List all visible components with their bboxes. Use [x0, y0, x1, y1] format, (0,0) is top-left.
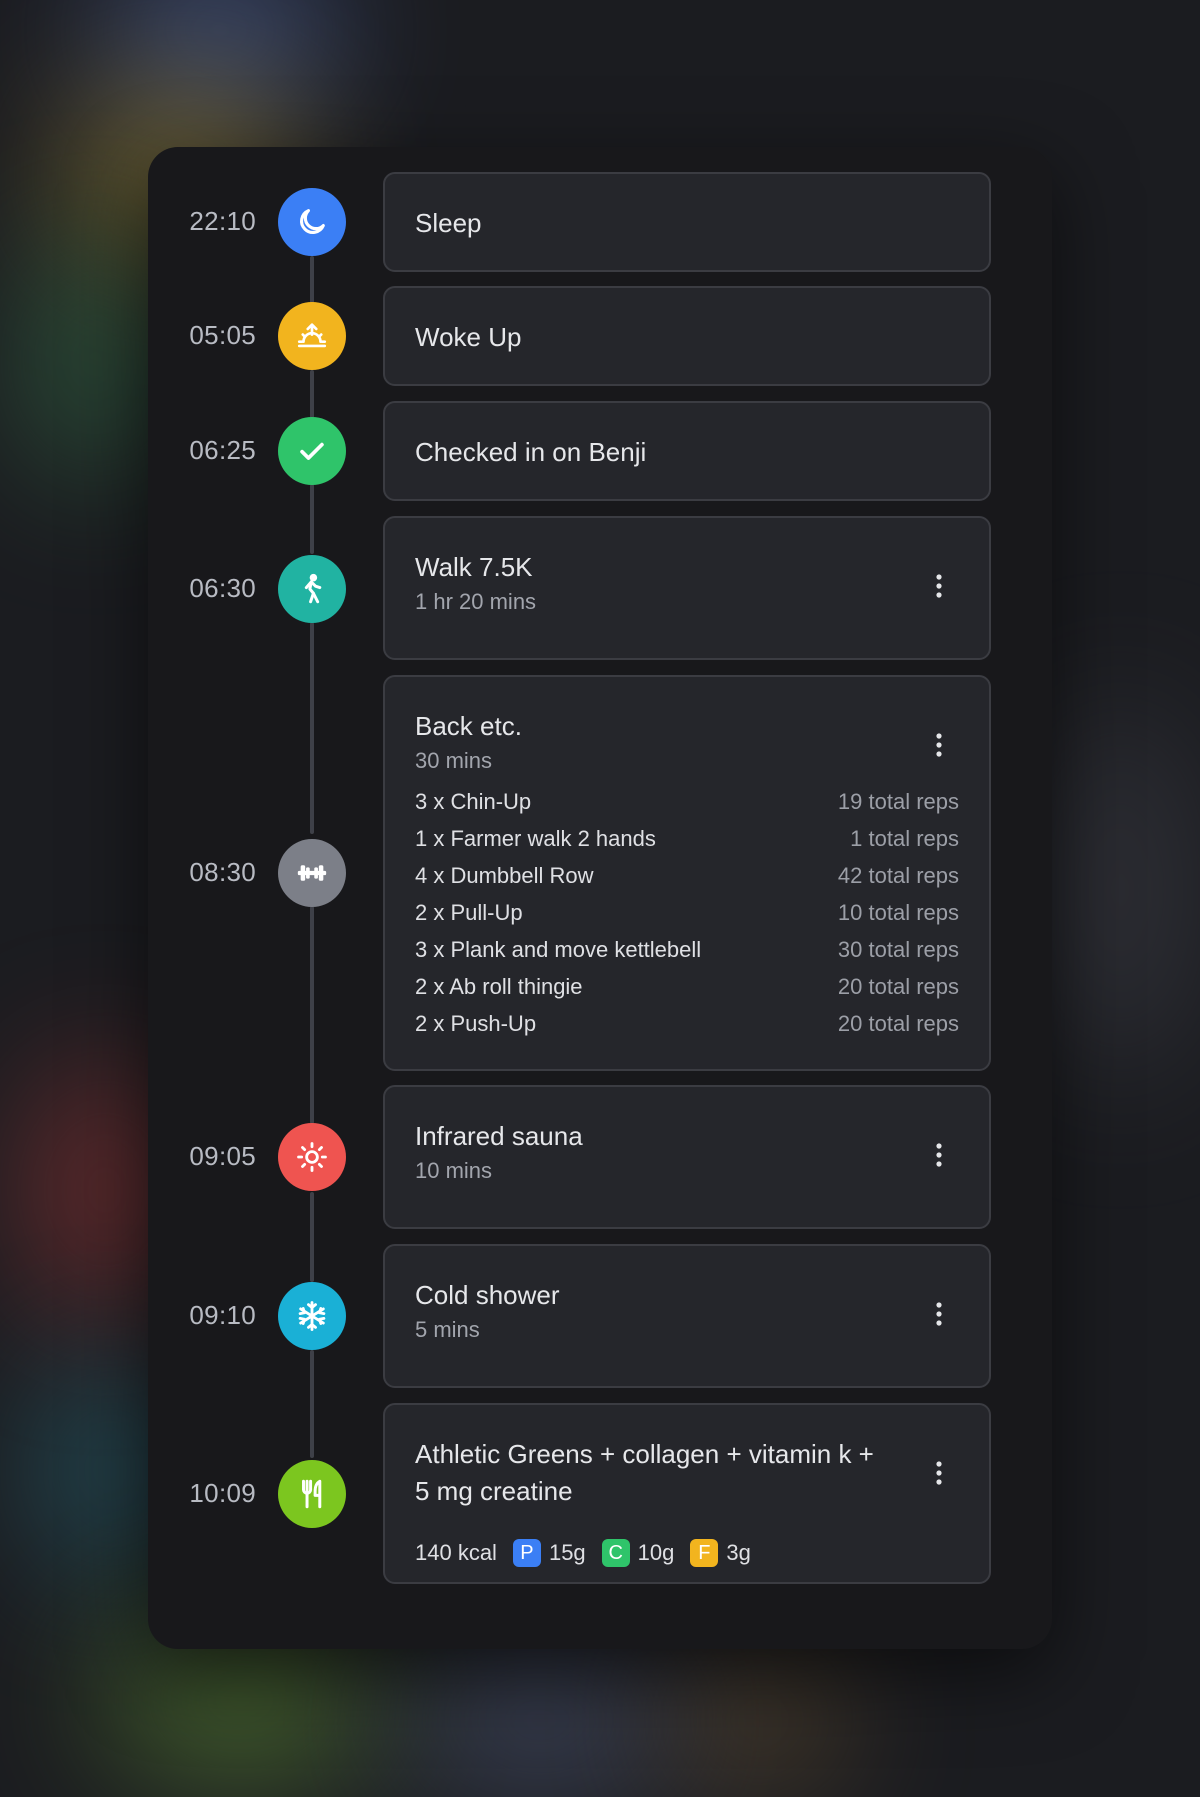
entry-time: 05:05 — [189, 320, 256, 350]
exercise-row: 3 x Plank and move kettlebell 30 total r… — [415, 937, 959, 974]
more-options-icon[interactable] — [925, 569, 953, 603]
entry-time: 06:30 — [189, 573, 256, 603]
exercise-reps: 20 total reps — [837, 974, 959, 999]
entry-title: Walk 7.5K — [415, 552, 533, 582]
fat-badge: F — [690, 1539, 719, 1567]
snowflake-icon — [278, 1282, 346, 1350]
entry-card[interactable]: Back etc. 30 mins 3 x Chin-Up 19 total r… — [383, 675, 991, 1071]
exercise-reps: 30 total reps — [837, 937, 959, 962]
entry-time: 08:30 — [189, 857, 256, 887]
entry-title: Back etc. — [415, 711, 522, 741]
moon-icon — [278, 188, 346, 256]
entry-duration: 1 hr 20 mins — [415, 589, 537, 614]
entry-title-line-1: Athletic Greens + collagen + vitamin k + — [415, 1439, 874, 1469]
exercise-reps: 19 total reps — [837, 789, 959, 814]
entry-title: Woke Up — [415, 322, 522, 352]
carbs-badge: C — [601, 1539, 630, 1567]
entry-card[interactable]: Checked in on Benji — [383, 401, 991, 501]
exercise-row: 3 x Chin-Up 19 total reps — [415, 789, 959, 826]
exercise-row: 4 x Dumbbell Row 42 total reps — [415, 863, 959, 900]
more-options-icon[interactable] — [925, 1138, 953, 1172]
sunrise-icon — [278, 302, 346, 370]
exercise-reps: 20 total reps — [837, 1011, 959, 1036]
dumbbell-icon — [278, 839, 346, 907]
entry-time: 09:10 — [189, 1300, 256, 1330]
more-options-icon[interactable] — [925, 728, 953, 762]
fat-value: 3g — [726, 1540, 751, 1565]
entry-title-line-2: 5 mg creatine — [415, 1476, 573, 1506]
entry-time: 06:25 — [189, 435, 256, 465]
protein-value: 15g — [548, 1540, 586, 1565]
exercise-name: 2 x Pull-Up — [415, 900, 523, 925]
timeline-connector — [310, 370, 314, 420]
entry-card[interactable]: Infrared sauna 10 mins — [383, 1085, 991, 1229]
exercise-name: 3 x Plank and move kettlebell — [415, 937, 702, 962]
exercise-row: 1 x Farmer walk 2 hands 1 total reps — [415, 826, 959, 863]
exercise-reps: 1 total reps — [850, 826, 959, 851]
entry-card[interactable]: Sleep — [383, 172, 991, 272]
exercise-name: 2 x Ab roll thingie — [415, 974, 583, 999]
exercise-row: 2 x Ab roll thingie 20 total reps — [415, 974, 959, 1011]
entry-time: 22:10 — [189, 206, 256, 236]
entry-card[interactable]: Cold shower 5 mins — [383, 1244, 991, 1388]
entry-card[interactable]: Walk 7.5K 1 hr 20 mins — [383, 516, 991, 660]
entry-title: Infrared sauna — [415, 1121, 583, 1151]
exercise-row: 2 x Pull-Up 10 total reps — [415, 900, 959, 937]
entry-duration: 10 mins — [415, 1158, 493, 1183]
timeline-connector — [310, 1192, 314, 1282]
exercise-reps: 10 total reps — [837, 900, 959, 925]
timeline-connector — [310, 256, 314, 306]
entry-card[interactable]: Athletic Greens + collagen + vitamin k +… — [383, 1403, 991, 1584]
exercise-name: 3 x Chin-Up — [415, 789, 532, 814]
exercise-name: 1 x Farmer walk 2 hands — [415, 826, 656, 851]
entry-duration: 30 mins — [415, 748, 493, 773]
more-options-icon[interactable] — [925, 1456, 953, 1490]
entry-card[interactable]: Woke Up — [383, 286, 991, 386]
exercise-name: 2 x Push-Up — [415, 1011, 537, 1036]
protein-badge: P — [512, 1539, 541, 1567]
carbs-value: 10g — [637, 1540, 675, 1565]
entry-time: 09:05 — [189, 1141, 256, 1171]
fork-knife-icon — [278, 1460, 346, 1528]
exercise-row: 2 x Push-Up 20 total reps — [415, 1011, 959, 1048]
entry-title: Checked in on Benji — [415, 437, 647, 467]
timeline-connector — [310, 484, 314, 554]
entry-title: Cold shower — [415, 1280, 560, 1310]
exercise-reps: 42 total reps — [837, 863, 959, 888]
timeline-connector — [310, 1350, 314, 1458]
sun-icon — [278, 1123, 346, 1191]
exercise-list: 3 x Chin-Up 19 total reps 1 x Farmer wal… — [415, 789, 959, 1048]
exercise-name: 4 x Dumbbell Row — [415, 863, 594, 888]
checkmark-icon — [278, 417, 346, 485]
calories: 140 kcal — [415, 1540, 497, 1565]
nutrition-summary: 140 kcal P 15g C 10g F 3g — [415, 1539, 751, 1567]
entry-time: 10:09 — [189, 1478, 256, 1508]
walking-icon — [278, 555, 346, 623]
entry-duration: 5 mins — [415, 1317, 480, 1342]
entry-title: Sleep — [415, 208, 482, 238]
more-options-icon[interactable] — [925, 1297, 953, 1331]
timeline-connector — [310, 906, 314, 1124]
timeline-connector — [310, 622, 314, 834]
